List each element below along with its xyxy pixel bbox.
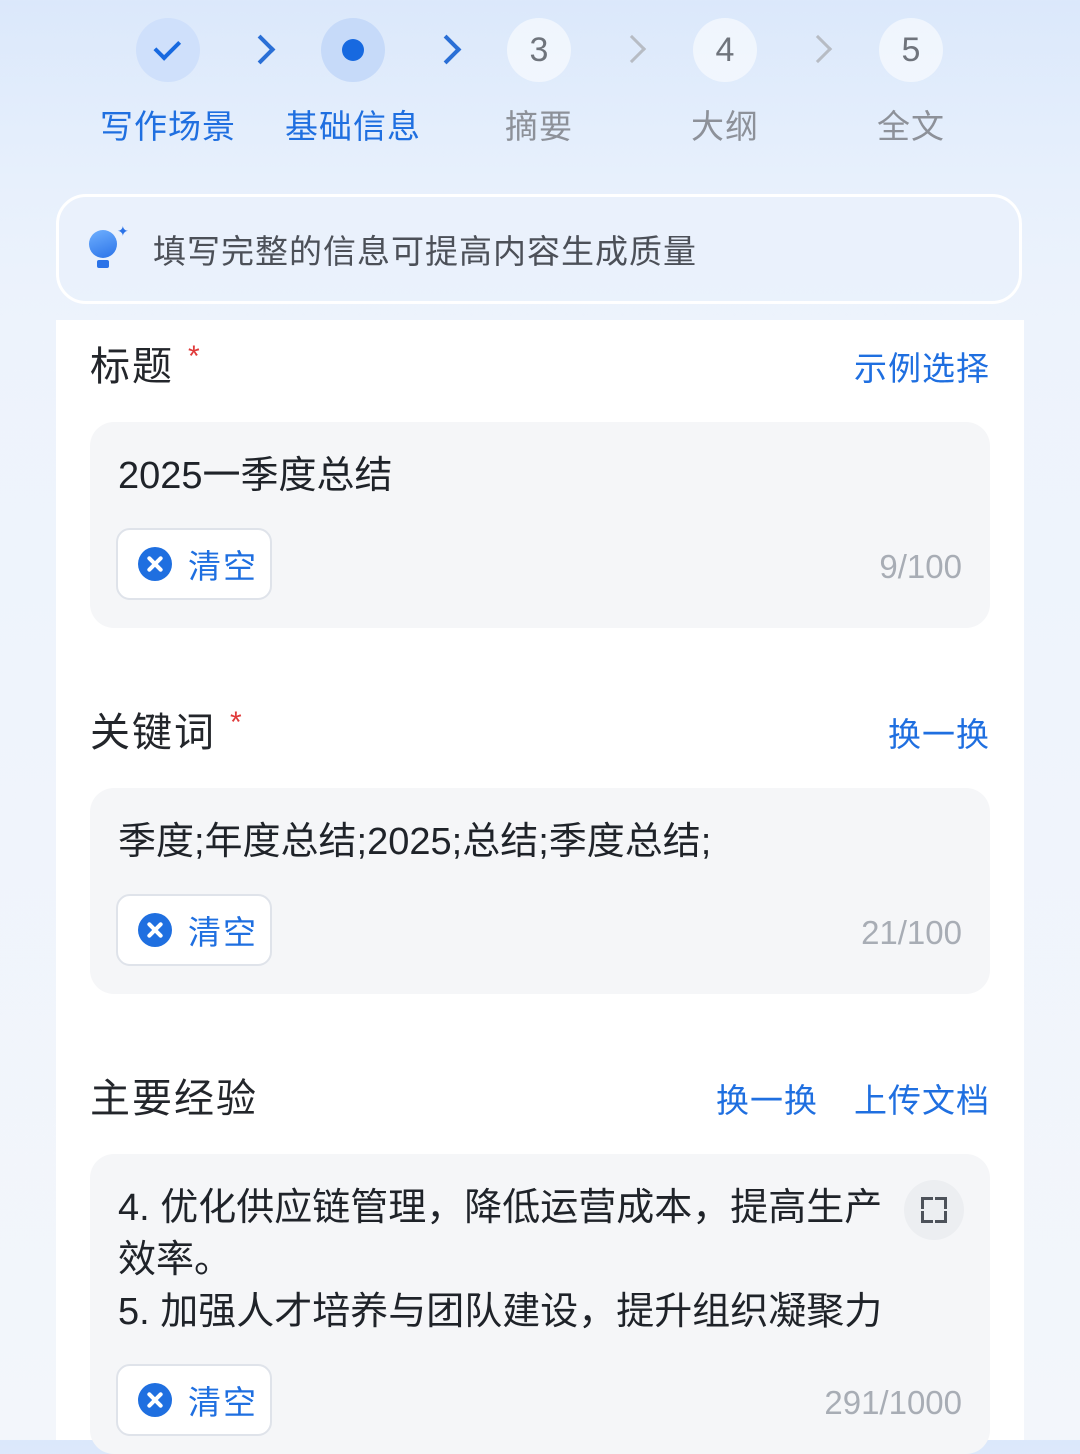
keywords-input[interactable]: 季度;年度总结;2025;总结;季度总结; 清空 21/100 [90, 788, 990, 994]
clear-keywords-button[interactable]: 清空 [116, 894, 272, 966]
step-label: 大纲 [691, 108, 759, 145]
step-summary[interactable]: 3 摘要 [446, 18, 632, 148]
experience-char-counter: 291/1000 [824, 1384, 962, 1421]
step-full-text[interactable]: 5 全文 [818, 18, 1004, 148]
step-writing-scene[interactable]: 写作场景 [75, 18, 261, 148]
title-field-header: 标题 * 示例选择 [90, 334, 990, 394]
experience-value[interactable]: 4. 优化供应链管理，降低运营成本，提高生产效率。 5. 加强人才培养与团队建设… [118, 1182, 898, 1338]
experience-textarea[interactable]: 4. 优化供应链管理，降低运营成本，提高生产效率。 5. 加强人才培养与团队建设… [90, 1154, 990, 1454]
field-label-experience: 主要经验 [90, 1077, 258, 1121]
required-mark: * [230, 706, 244, 739]
progress-stepper: 写作场景 基础信息 3 摘要 4 大纲 5 全文 [0, 0, 1080, 160]
close-circle-icon [138, 913, 172, 947]
refresh-keywords-link[interactable]: 换一换 [888, 708, 990, 756]
keywords-char-counter: 21/100 [861, 914, 962, 951]
keywords-field-header: 关键词 * 换一换 [90, 700, 990, 760]
step-number: 3 [507, 18, 571, 82]
step-label: 基础信息 [285, 108, 421, 145]
field-label-title: 标题 * [90, 340, 202, 389]
step-label: 写作场景 [100, 108, 236, 145]
form-panel: 标题 * 示例选择 2025一季度总结 清空 9/100 关键词 * 换一换 季度;… [56, 320, 1024, 1454]
step-number: 5 [879, 18, 943, 82]
keywords-value[interactable]: 季度;年度总结;2025;总结;季度总结; [118, 816, 898, 868]
tip-banner: ✦ 填写完整的信息可提高内容生成质量 [56, 194, 1022, 304]
experience-field-header: 主要经验 换一换 上传文档 [90, 1066, 990, 1126]
lightbulb-icon: ✦ [87, 224, 131, 274]
example-select-link[interactable]: 示例选择 [854, 342, 990, 390]
required-mark: * [188, 340, 202, 373]
title-value[interactable]: 2025一季度总结 [118, 450, 898, 502]
step-label: 摘要 [505, 108, 573, 145]
refresh-experience-link[interactable]: 换一换 [716, 1074, 818, 1122]
close-circle-icon [138, 1383, 172, 1417]
clear-experience-button[interactable]: 清空 [116, 1364, 272, 1436]
step-basic-info[interactable]: 基础信息 [260, 18, 446, 148]
check-icon [136, 18, 200, 82]
upload-document-link[interactable]: 上传文档 [854, 1074, 990, 1122]
step-number: 4 [693, 18, 757, 82]
step-label: 全文 [877, 108, 945, 145]
tip-text: 填写完整的信息可提高内容生成质量 [153, 233, 697, 270]
field-label-keywords: 关键词 * [90, 706, 244, 755]
step-outline[interactable]: 4 大纲 [632, 18, 818, 148]
title-char-counter: 9/100 [879, 548, 962, 585]
clear-title-button[interactable]: 清空 [116, 528, 272, 600]
title-input[interactable]: 2025一季度总结 清空 9/100 [90, 422, 990, 628]
current-dot-icon [321, 18, 385, 82]
expand-icon[interactable] [904, 1180, 964, 1240]
close-circle-icon [138, 547, 172, 581]
